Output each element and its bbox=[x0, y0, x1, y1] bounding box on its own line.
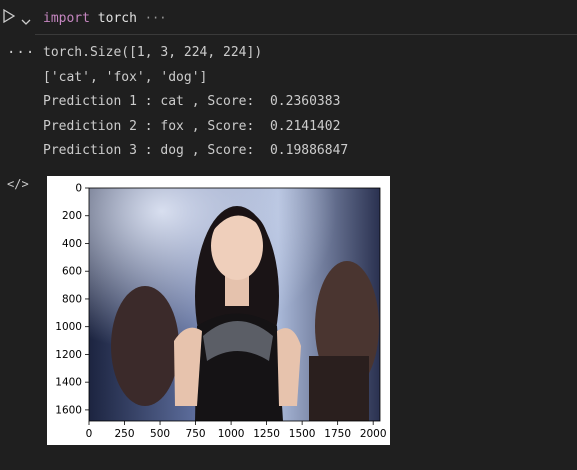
chevron-down-icon[interactable] bbox=[21, 11, 31, 25]
output-line: Prediction 1 : cat , Score: 0.2360383 bbox=[43, 94, 341, 109]
module-name: torch bbox=[97, 11, 137, 26]
image-plot: 0 200 400 600 800 1000 1200 1400 1600 0 250 500 750… bbox=[55, 183, 387, 441]
y-tick-label: 0 bbox=[75, 183, 82, 195]
code-line: import torch ··· bbox=[43, 10, 166, 27]
ellipsis-icon[interactable]: ··· bbox=[145, 11, 167, 25]
y-tick-label: 1600 bbox=[55, 404, 82, 416]
y-tick-label: 1400 bbox=[55, 377, 82, 389]
play-icon[interactable] bbox=[3, 9, 15, 23]
y-tick-label: 400 bbox=[62, 238, 82, 250]
y-tick-label: 600 bbox=[62, 266, 82, 278]
y-tick-label: 800 bbox=[62, 293, 82, 305]
x-tick-label: 1750 bbox=[324, 428, 351, 440]
x-tick-label: 0 bbox=[86, 428, 93, 440]
x-tick-label: 2000 bbox=[360, 428, 387, 440]
x-tick-label: 750 bbox=[186, 428, 206, 440]
y-tick-label: 1200 bbox=[55, 349, 82, 361]
x-axis-ticks: 0 250 500 750 1000 1250 1500 1750 2000 bbox=[86, 421, 387, 440]
cell-output: torch.Size([1, 3, 224, 224]) ['cat', 'fo… bbox=[43, 41, 563, 164]
x-tick-label: 500 bbox=[150, 428, 170, 440]
x-tick-label: 1500 bbox=[289, 428, 316, 440]
x-tick-label: 250 bbox=[114, 428, 134, 440]
import-keyword: import bbox=[43, 11, 90, 26]
code-tag-icon[interactable]: </> bbox=[7, 177, 29, 191]
output-ellipsis-icon[interactable]: ... bbox=[7, 41, 35, 57]
code-editor[interactable]: import torch ··· bbox=[35, 0, 577, 35]
output-line: Prediction 3 : dog , Score: 0.19886847 bbox=[43, 143, 349, 158]
y-tick-label: 1000 bbox=[55, 321, 82, 333]
output-line: torch.Size([1, 3, 224, 224]) bbox=[43, 45, 263, 60]
y-axis-ticks: 0 200 400 600 800 1000 1200 1400 1600 bbox=[55, 183, 89, 416]
output-line: ['cat', 'fox', 'dog'] bbox=[43, 69, 208, 85]
image-output-figure: 0 200 400 600 800 1000 1200 1400 1600 0 250 500 750… bbox=[47, 176, 390, 445]
output-line: Prediction 2 : fox , Score: 0.2141402 bbox=[43, 118, 341, 134]
code-cell[interactable]: import torch ··· bbox=[0, 0, 577, 35]
y-tick-label: 200 bbox=[62, 210, 82, 222]
x-tick-label: 1000 bbox=[218, 428, 245, 440]
photo-image bbox=[89, 188, 380, 421]
x-tick-label: 1250 bbox=[253, 428, 280, 440]
